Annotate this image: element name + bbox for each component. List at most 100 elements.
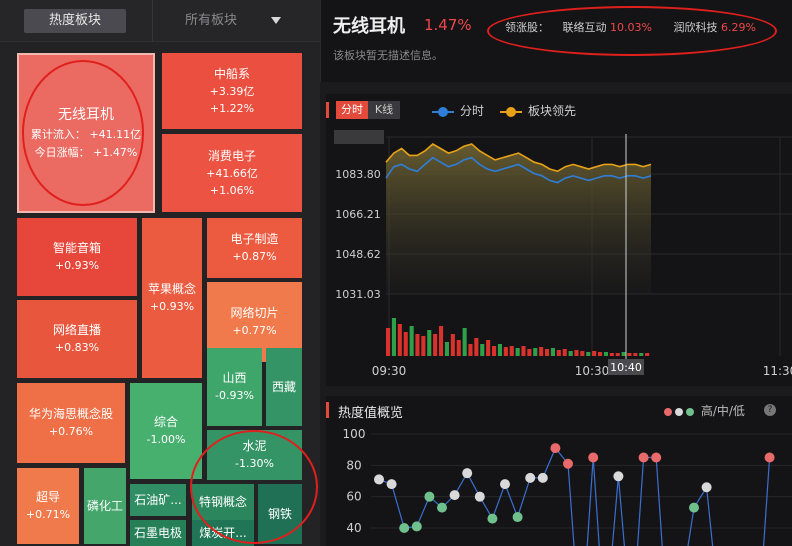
heat-line [567, 463, 575, 546]
volume-bar [468, 344, 473, 356]
sector-tile-value: +1.22% [209, 101, 255, 115]
sector-tile-name: 网络切片 [230, 306, 279, 320]
volume-bar [480, 344, 485, 356]
sector-tile-name: 超导 [35, 490, 60, 504]
heat-point [525, 472, 536, 483]
sector-panel: 热度板块 所有板块 无线耳机 累计流入： +41.11亿 今日涨幅： +1.47% 中… [0, 0, 320, 546]
sector-tile[interactable]: 石墨电极 [130, 520, 186, 546]
intraday-chart-panel: 分时 K线 分时 板块领先 1100.071083.801066.211048.… [326, 94, 792, 386]
sector-tile[interactable]: 智能音箱 +0.93% [17, 218, 137, 296]
volume-bar [397, 324, 402, 356]
heat-line [592, 457, 600, 546]
sector-tile[interactable]: 西藏 [266, 348, 302, 426]
heat-line [706, 487, 714, 546]
sector-tile-value: +0.77% [232, 324, 277, 337]
volume-bar [427, 330, 432, 356]
sector-tile[interactable]: 综合 -1.00% [130, 383, 202, 479]
heat-point [487, 513, 498, 524]
sector-tile-name: 消费电子 [207, 148, 256, 163]
sector-tile-name: 电子制造 [230, 232, 279, 246]
sector-tile-name: 石油矿... [134, 492, 182, 507]
volume-bar [545, 349, 550, 356]
volume-bar [639, 353, 644, 356]
crosshair-label: 10:40 [610, 361, 642, 374]
heat-point [764, 452, 775, 463]
sector-tabs: 热度板块 所有板块 [0, 0, 320, 42]
x-tick-label: 09:30 [372, 364, 407, 378]
area-fill [386, 144, 651, 294]
volume-bar [439, 326, 444, 356]
sector-tile-name: 西藏 [271, 379, 296, 394]
volume-bar [486, 340, 491, 356]
volume-bar [509, 346, 514, 356]
sector-tile[interactable]: 磷化工 [84, 468, 126, 544]
y-max-box [334, 130, 384, 144]
volume-bar [409, 326, 414, 356]
heat-line [491, 483, 506, 519]
sector-tile-name: 石墨电极 [133, 525, 182, 540]
heat-point [638, 452, 649, 463]
volume-bar [533, 348, 538, 356]
heat-point [411, 521, 422, 532]
sector-tile[interactable]: 消费电子 +41.66亿 +1.06% [162, 134, 302, 212]
volume-bar [621, 352, 626, 356]
volume-bar [421, 336, 426, 356]
tab-hot-sectors[interactable]: 热度板块 [24, 9, 126, 33]
sector-title: 无线耳机 [333, 16, 405, 37]
annotation-circle-leaders [487, 6, 777, 56]
heat-line [586, 457, 594, 546]
sector-tile-name: 磷化工 [86, 498, 123, 513]
tab-all-label: 所有板块 [185, 13, 238, 28]
heat-line [391, 483, 405, 529]
sector-tile[interactable]: 电子制造 +0.87% [207, 218, 302, 278]
heat-point [537, 472, 548, 483]
sector-tile[interactable]: 苹果概念 +0.93% [142, 218, 202, 378]
sector-tile-name: 山西 [222, 371, 247, 385]
volume-bar [515, 348, 520, 356]
heat-point [689, 502, 699, 513]
volume-bar [550, 348, 555, 356]
sector-tile-value: +0.83% [54, 341, 100, 354]
sector-tile-value: +0.71% [25, 508, 71, 521]
sector-tile[interactable]: 石油矿... [130, 484, 186, 516]
volume-bar [444, 342, 449, 356]
volume-bar [391, 318, 396, 356]
heat-point [449, 490, 460, 501]
heat-point [374, 474, 384, 485]
tab-all-sectors[interactable]: 所有板块 [152, 0, 320, 42]
heat-point [500, 479, 510, 490]
volume-bar [403, 332, 408, 356]
volume-bar [556, 350, 561, 356]
heat-point [563, 458, 573, 469]
price-chart[interactable]: 1100.071083.801066.211048.621031.0309:30… [326, 94, 792, 386]
sector-tile-name: 网络直播 [52, 323, 101, 337]
volume-bar [598, 352, 603, 356]
sector-tile-name: 华为海思概念股 [28, 407, 113, 421]
heat-point [462, 468, 473, 479]
sector-tile[interactable]: 山西 -0.93% [207, 348, 262, 426]
volume-bar [497, 344, 502, 356]
y-tick-label: 80 [346, 458, 361, 472]
sector-tile[interactable]: 中船系 +3.39亿 +1.22% [162, 53, 302, 129]
heat-point [588, 452, 599, 463]
volume-bar [633, 353, 638, 356]
heat-line [504, 483, 519, 518]
volume-bar [609, 353, 614, 356]
volume-bar [450, 334, 455, 356]
heat-line [655, 457, 663, 546]
volume-bar [456, 340, 461, 356]
volume-bar [562, 349, 567, 356]
sector-tile[interactable]: 网络直播 +0.83% [17, 300, 137, 378]
heat-point [613, 471, 624, 482]
y-tick-label: 60 [346, 490, 361, 504]
x-tick-label: 11:30 [763, 364, 792, 378]
volume-bar [433, 334, 438, 356]
sector-tile[interactable]: 超导 +0.71% [17, 468, 79, 544]
sector-tile-value: +3.39亿 [209, 84, 255, 98]
x-tick-label: 10:30 [575, 364, 610, 378]
sector-tile[interactable]: 华为海思概念股 +0.76% [17, 383, 125, 463]
heat-point [424, 491, 435, 502]
heat-point [386, 479, 397, 490]
heat-overview-panel: 热度值概览 高/中/低 ? 100 80 60 40 [326, 396, 792, 546]
volume-bar [592, 351, 597, 356]
